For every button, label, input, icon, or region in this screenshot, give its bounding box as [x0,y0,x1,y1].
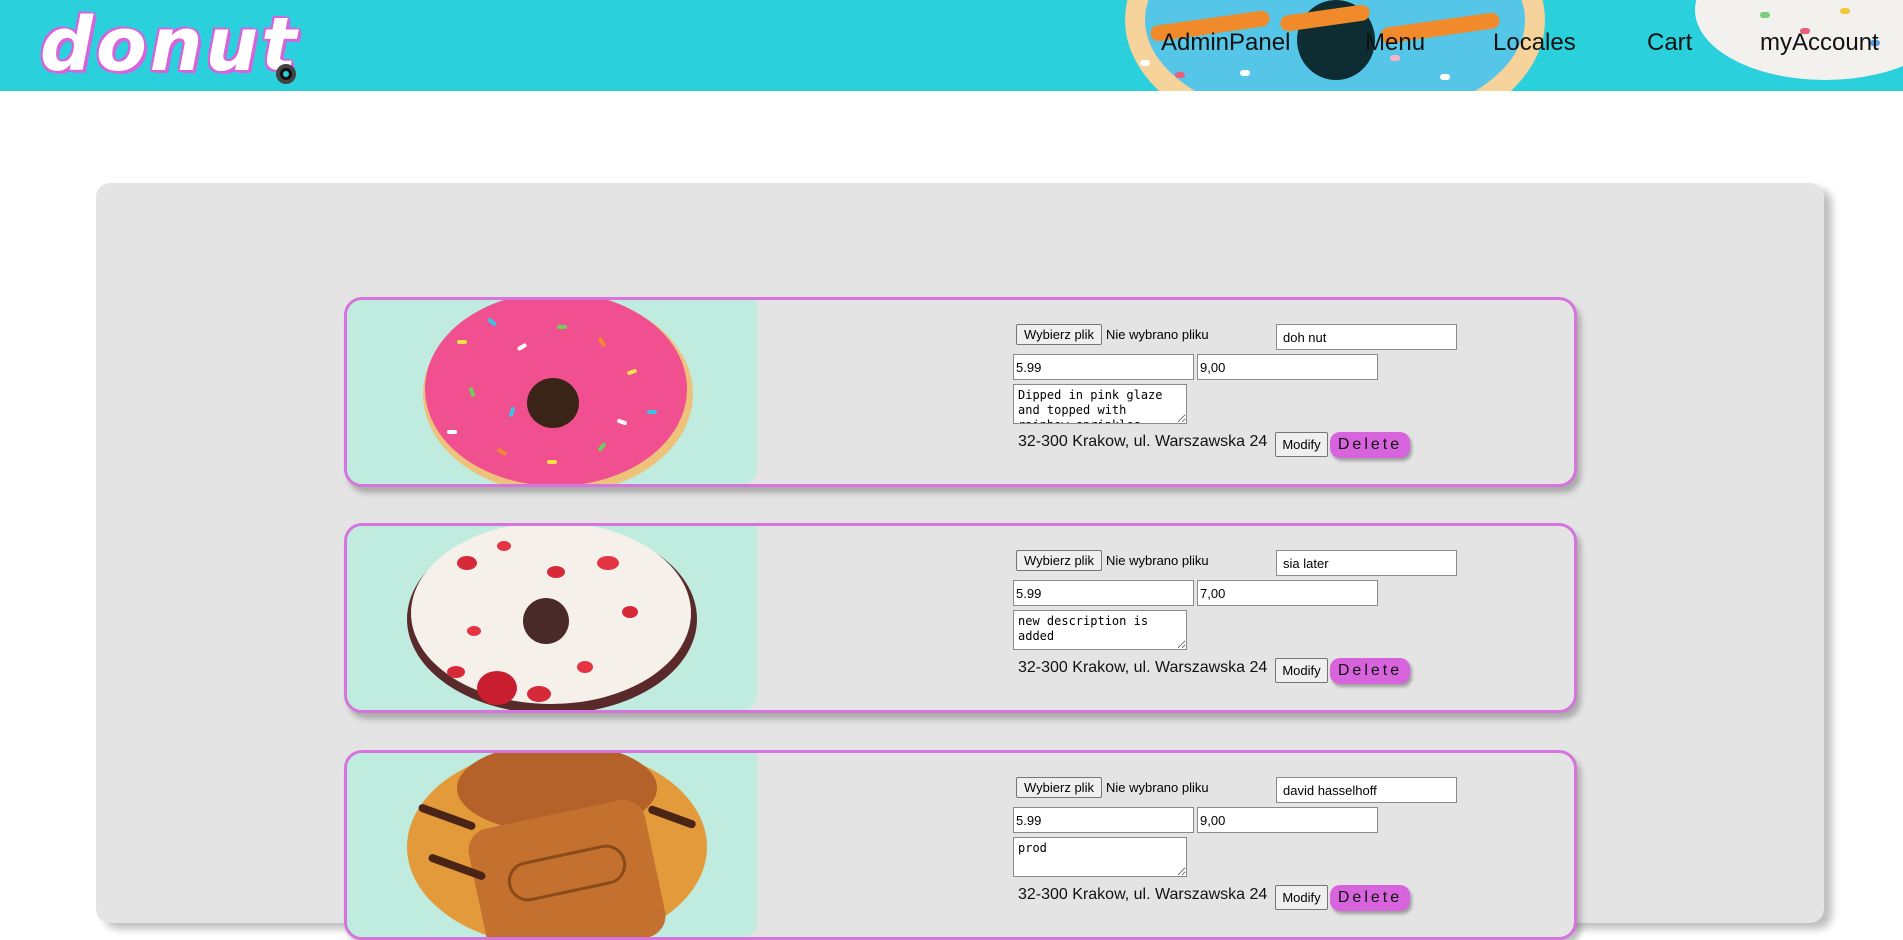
header-sprinkle [1175,72,1185,78]
nav-admin-panel[interactable]: AdminPanel [1161,29,1290,57]
product-edit-form: Wybierz plik Nie wybrano pliku new descr… [1013,550,1573,700]
product-description-textarea[interactable]: Dipped in pink glaze and topped with rai… [1013,384,1187,424]
product-description-textarea[interactable]: new description is added [1013,610,1187,650]
crumb [547,566,565,578]
product-price-input[interactable] [1013,354,1194,380]
file-status: Nie wybrano pliku [1106,327,1209,342]
donut-hole [523,598,569,644]
delete-button[interactable]: Delete [1330,658,1410,684]
choose-file-button[interactable]: Wybierz plik [1016,550,1102,571]
nav-cart[interactable]: Cart [1647,29,1692,57]
crumb [597,556,619,570]
product-name-input[interactable] [1276,777,1457,803]
sprinkle [547,460,557,464]
header-sprinkle [1760,12,1770,18]
product-name-input[interactable] [1276,550,1457,576]
product-image [347,753,757,937]
product-card: Wybierz plik Nie wybrano pliku new descr… [344,523,1577,713]
product-price-alt-input[interactable] [1197,807,1378,833]
crumb [527,686,551,702]
product-address: 32-300 Krakow, ul. Warszawska 24 [1018,886,1268,903]
raspberry [477,671,517,705]
modify-button[interactable]: Modify [1275,658,1328,683]
nav-menu[interactable]: Menu [1365,29,1425,57]
sprinkle [557,325,567,329]
header-sprinkle [1140,60,1150,66]
modify-button[interactable]: Modify [1275,885,1328,910]
file-status: Nie wybrano pliku [1106,553,1209,568]
delete-button[interactable]: Delete [1330,432,1410,458]
crumb [467,626,481,636]
modify-button[interactable]: Modify [1275,432,1328,457]
sprinkle [647,410,657,414]
product-address: 32-300 Krakow, ul. Warszawska 24 [1018,659,1268,676]
product-image [347,526,757,710]
header-sprinkle [1840,8,1850,14]
header-sprinkle [1440,74,1450,80]
crumb [497,541,511,551]
product-card: Wybierz plik Nie wybrano pliku prod 32-3… [344,750,1577,940]
crumb [457,556,477,570]
product-name-input[interactable] [1276,324,1457,350]
product-price-input[interactable] [1013,807,1194,833]
header-sprinkle [1240,70,1250,76]
choose-file-button[interactable]: Wybierz plik [1016,324,1102,345]
product-edit-form: Wybierz plik Nie wybrano pliku prod 32-3… [1013,777,1573,927]
crumb [577,661,593,673]
nav-my-account[interactable]: myAccount [1760,29,1879,57]
file-status: Nie wybrano pliku [1106,780,1209,795]
sprinkle [457,340,467,344]
product-description-textarea[interactable]: prod [1013,837,1187,877]
nav-locales[interactable]: Locales [1493,29,1576,57]
product-edit-form: Wybierz plik Nie wybrano pliku Dipped in… [1013,324,1573,474]
header-bar: donut AdminPanel Menu Locales Cart myAcc… [0,0,1903,91]
donut-hole [527,378,579,428]
crumb [447,666,465,678]
donut-icon [276,64,296,84]
product-price-input[interactable] [1013,580,1194,606]
logo[interactable]: donut [40,2,300,88]
delete-button[interactable]: Delete [1330,885,1410,911]
product-card: Wybierz plik Nie wybrano pliku Dipped in… [344,297,1577,487]
crumb [622,606,638,618]
product-price-alt-input[interactable] [1197,580,1378,606]
product-price-alt-input[interactable] [1197,354,1378,380]
product-image [347,300,757,484]
sprinkle [447,430,457,434]
choose-file-button[interactable]: Wybierz plik [1016,777,1102,798]
product-address: 32-300 Krakow, ul. Warszawska 24 [1018,433,1268,450]
